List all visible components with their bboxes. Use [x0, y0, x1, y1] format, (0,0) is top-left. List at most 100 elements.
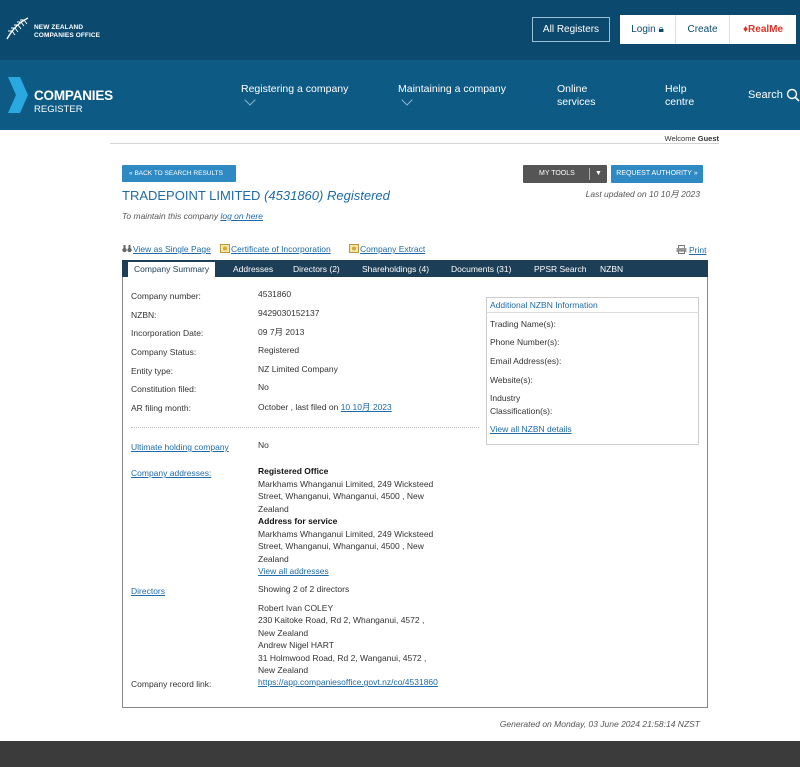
- ultimate-holding-company-link[interactable]: Ultimate holding company: [131, 442, 229, 452]
- registered-office-line: Zealand: [258, 503, 289, 514]
- maintain-text: To maintain this company log on here: [122, 211, 263, 221]
- company-extract-link[interactable]: Company Extract: [349, 244, 425, 254]
- divider: [131, 427, 479, 428]
- tab-company-summary[interactable]: Company Summary: [128, 262, 216, 277]
- caret-down-icon: ▼: [595, 170, 602, 177]
- welcome-user: Guest: [697, 134, 719, 143]
- fern-icon: [6, 17, 29, 40]
- directors-block: Showing 2 of 2 directors Robert Ivan COL…: [258, 583, 458, 677]
- nz-companies-office-logo[interactable]: NEW ZEALAND COMPANIES OFFICE: [4, 14, 114, 46]
- binoculars-icon: [122, 245, 132, 253]
- ar-filing-text: October , last filed on: [258, 402, 339, 412]
- view-all-nzbn-details-link[interactable]: View all NZBN details: [490, 424, 572, 434]
- view-all-addresses-link[interactable]: View all addresses: [258, 566, 329, 576]
- constitution-filed-label: Constitution filed:: [131, 384, 197, 394]
- back-label: BACK TO SEARCH RESULTS: [134, 170, 223, 177]
- directors-link[interactable]: Directors: [131, 586, 165, 596]
- my-tools-button[interactable]: MY TOOLS ▼: [523, 165, 607, 183]
- incorporation-date-value: 09 7月 2013: [258, 327, 305, 337]
- back-to-search-results-button[interactable]: « BACK TO SEARCH RESULTS: [122, 165, 236, 182]
- search-icon[interactable]: [786, 88, 800, 102]
- nav-help-centre[interactable]: Help centre: [665, 83, 715, 109]
- last-updated: Last updated on 10 10月 2023: [585, 189, 700, 199]
- registered-office-line: Markhams Whanganui Limited, 249 Wickstee…: [258, 478, 434, 489]
- certificate-label: Certificate of Incorporation: [231, 244, 331, 254]
- ar-filing-month-label: AR filing month:: [131, 403, 191, 413]
- company-addresses-link[interactable]: Company addresses:: [131, 468, 211, 478]
- address-for-service-line: Street, Whanganui, Whanganui, 4500 , New: [258, 541, 424, 551]
- company-number-value: 4531860: [258, 289, 292, 299]
- double-chevron-left-icon: «: [129, 170, 133, 177]
- all-registers-button[interactable]: All Registers: [532, 17, 610, 42]
- tab-ppsr-search[interactable]: PPSR Search: [534, 262, 586, 277]
- main-navigation: COMPANIES REGISTER Registering a company…: [0, 60, 800, 130]
- director-name: Andrew Nigel HART: [258, 640, 334, 650]
- search-button[interactable]: Search: [748, 89, 783, 101]
- registered-office-line: Street, Whanganui, Whanganui, 4500 , New: [258, 491, 424, 501]
- address-for-service-line: Zealand: [258, 553, 289, 564]
- industry-line-1: Industry: [490, 393, 521, 403]
- company-status-heading: Registered: [326, 188, 390, 203]
- websites-label: Website(s):: [490, 375, 533, 385]
- entity-type-value: NZ Limited Company: [258, 364, 338, 374]
- footer: [0, 741, 800, 767]
- director-address: 31 Holmwood Road, Rd 2, Wanganui, 4572 ,: [258, 652, 427, 663]
- login-label: Login: [631, 24, 656, 35]
- chevron-down-icon: [244, 94, 256, 106]
- nav-maintaining-a-company[interactable]: Maintaining a company: [398, 83, 506, 96]
- tab-directors[interactable]: Directors (2): [293, 262, 340, 277]
- nav-online-services[interactable]: Online services: [557, 83, 617, 109]
- print-link[interactable]: Print: [676, 245, 706, 255]
- ultimate-holding-company-value: No: [258, 440, 269, 450]
- login-button[interactable]: Login 🔒︎: [620, 15, 676, 44]
- industry-line-2: Classification(s):: [490, 405, 553, 416]
- top-bar: NEW ZEALAND COMPANIES OFFICE All Registe…: [0, 0, 800, 60]
- nzbn-label: NZBN:: [131, 310, 157, 320]
- tab-addresses[interactable]: Addresses: [233, 262, 273, 277]
- director-name: Robert Ivan COLEY: [258, 602, 334, 613]
- director-address: New Zealand: [258, 627, 309, 638]
- tab-nzbn[interactable]: NZBN: [600, 262, 623, 277]
- create-button[interactable]: Create: [676, 15, 730, 44]
- divider: [589, 168, 590, 180]
- tab-documents[interactable]: Documents (31): [451, 262, 511, 277]
- director-address: 230 Kaitoke Road, Rd 2, Whanganui, 4572 …: [258, 615, 425, 625]
- companies-register-chevron-icon: [8, 77, 28, 113]
- tab-shareholdings[interactable]: Shareholdings (4): [362, 262, 429, 277]
- industry-classifications-label: Industry Classification(s):: [490, 392, 552, 417]
- divider: [110, 143, 719, 144]
- director-address: New Zealand: [258, 665, 309, 675]
- trading-names-label: Trading Name(s):: [490, 319, 556, 329]
- request-authority-button[interactable]: REQUEST AUTHORITY »: [611, 165, 703, 183]
- chevron-down-icon: [401, 94, 413, 106]
- company-status-label: Company Status:: [131, 347, 197, 357]
- welcome-text: Welcome Guest: [640, 134, 719, 143]
- nzbn-value: 9429030152137: [258, 308, 320, 318]
- generated-timestamp: Generated on Monday, 03 June 2024 21:58:…: [499, 719, 700, 729]
- welcome-prefix: Welcome: [664, 134, 696, 143]
- view-single-page-link[interactable]: View as Single Page: [122, 244, 211, 254]
- nav-registering-a-company[interactable]: Registering a company: [241, 83, 348, 96]
- certificate-icon: [349, 244, 359, 253]
- printer-icon: [676, 245, 687, 254]
- view-single-page-label: View as Single Page: [133, 244, 211, 254]
- certificate-of-incorporation-link[interactable]: Certificate of Incorporation: [220, 244, 331, 254]
- login-box: Login 🔒︎ Create ♦RealMe: [620, 15, 796, 44]
- phone-numbers-label: Phone Number(s):: [490, 337, 560, 347]
- certificate-icon: [220, 244, 230, 253]
- realme-button[interactable]: ♦RealMe: [730, 15, 796, 44]
- company-record-link-value: https://app.companiesoffice.govt.nz/co/4…: [258, 677, 438, 687]
- companies-register-title[interactable]: COMPANIES: [34, 88, 113, 103]
- logo-text: NEW ZEALAND COMPANIES OFFICE: [34, 24, 100, 40]
- double-chevron-right-icon: »: [693, 170, 698, 177]
- ar-filing-date-link[interactable]: 10 10月 2023: [341, 402, 392, 412]
- company-record-link[interactable]: https://app.companiesoffice.govt.nz/co/4…: [258, 677, 438, 687]
- email-addresses-label: Email Address(es):: [490, 356, 562, 366]
- address-for-service-line: Markhams Whanganui Limited, 249 Wickstee…: [258, 528, 434, 539]
- nzbn-info-title: Additional NZBN Information: [490, 300, 598, 310]
- address-for-service-heading: Address for service: [258, 516, 338, 526]
- log-on-link[interactable]: log on here: [220, 211, 263, 221]
- my-tools-label: MY TOOLS: [539, 170, 575, 177]
- company-title: TRADEPOINT LIMITED (4531860) Registered: [122, 188, 390, 203]
- company-record-link-label: Company record link:: [131, 679, 212, 689]
